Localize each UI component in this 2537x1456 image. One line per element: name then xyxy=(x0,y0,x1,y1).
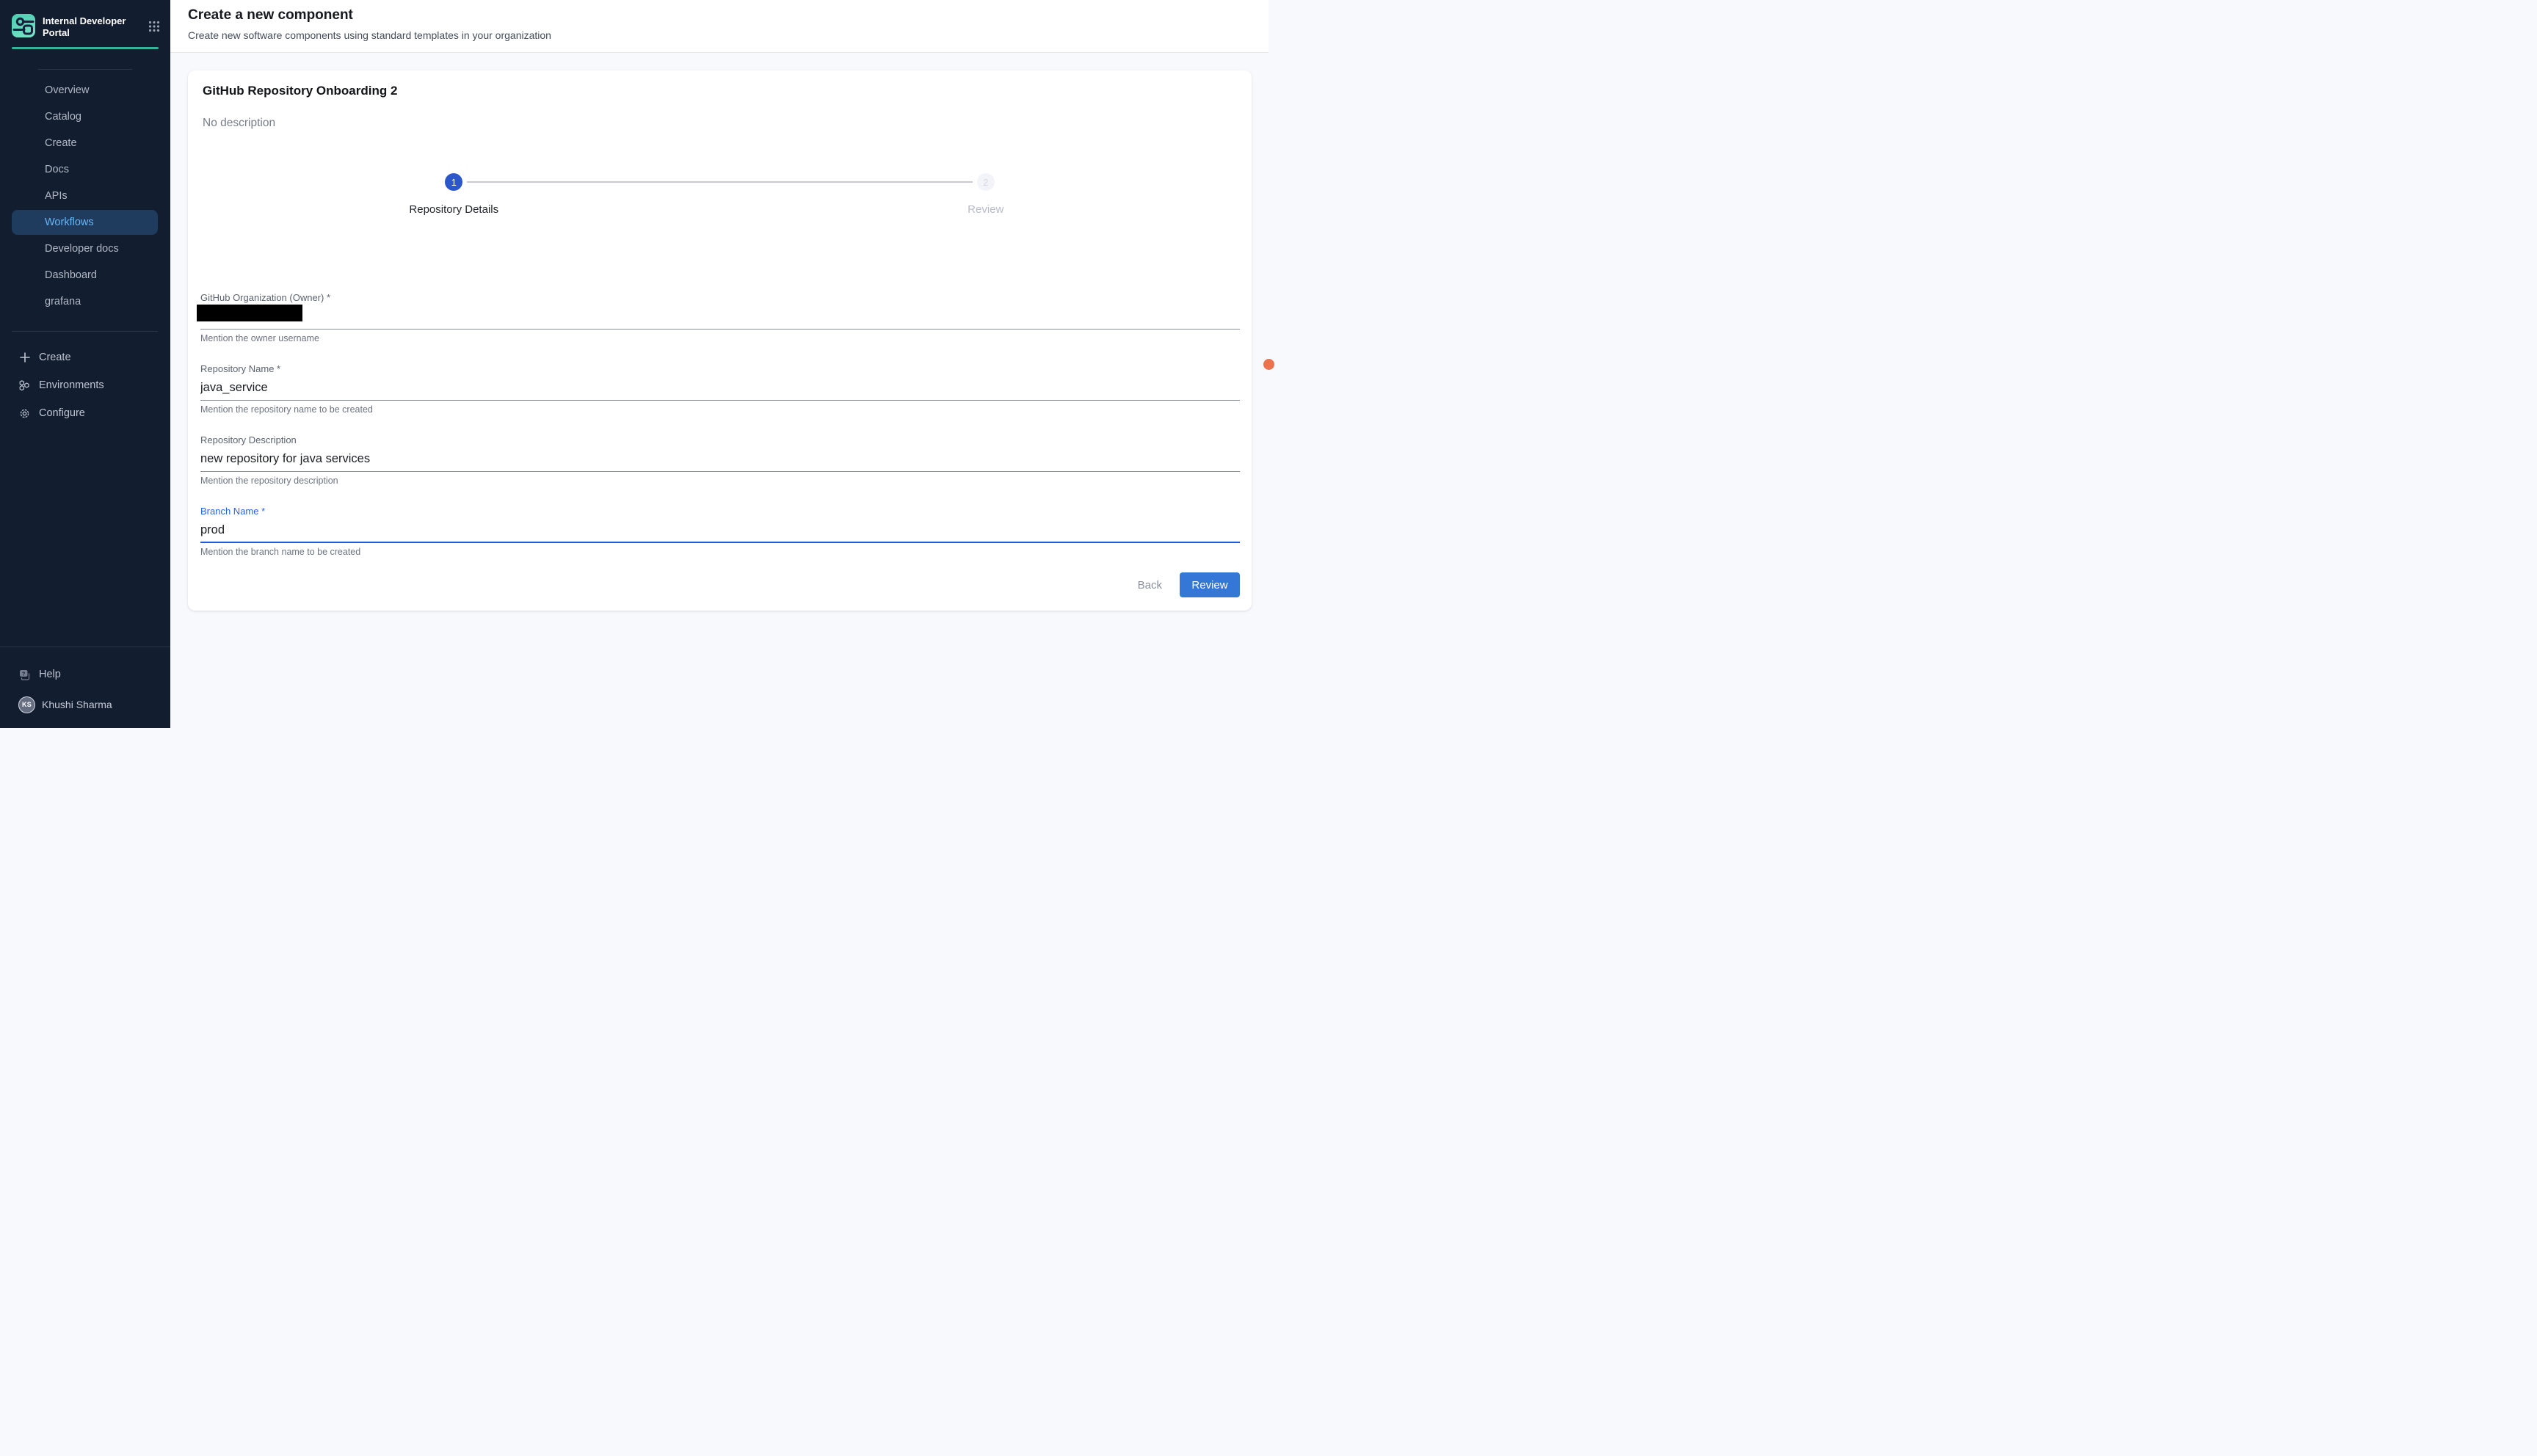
github-organization-input[interactable] xyxy=(200,307,1240,330)
step-review[interactable]: 2 Review xyxy=(720,173,1252,216)
step-repository-details[interactable]: 1 Repository Details xyxy=(188,173,720,216)
repository-description-input[interactable] xyxy=(200,449,1240,472)
template-wizard-card: GitHub Repository Onboarding 2 No descri… xyxy=(188,70,1252,611)
secondary-nav: Create Environments Configure xyxy=(0,343,170,427)
user-name: Khushi Sharma xyxy=(42,699,112,710)
main-area: Create a new component Create new softwa… xyxy=(170,0,1268,728)
repository-name-input[interactable] xyxy=(200,378,1240,401)
branch-name-input[interactable] xyxy=(200,520,1240,543)
brand-accent-rule xyxy=(12,47,159,49)
step-label: Review xyxy=(968,203,1003,216)
sidebar-action-configure[interactable]: Configure xyxy=(0,399,170,427)
action-label: Environments xyxy=(39,379,104,391)
repository-details-form: GitHub Organization (Owner) * Mention th… xyxy=(200,292,1240,557)
page-title: Create a new component xyxy=(188,0,1268,23)
redacted-value-overlay xyxy=(197,305,302,321)
field-label: GitHub Organization (Owner) * xyxy=(200,292,1240,304)
field-repository-description: Repository Description Mention the repos… xyxy=(200,434,1240,486)
template-description: No description xyxy=(203,117,1237,130)
apps-grid-icon[interactable] xyxy=(148,21,160,36)
field-label: Branch Name * xyxy=(200,506,1240,517)
sidebar-item-create[interactable]: Create xyxy=(12,131,158,156)
sidebar: Internal Developer Portal Overview Catal… xyxy=(0,0,170,728)
field-helper: Mention the owner username xyxy=(200,333,1240,343)
field-helper: Mention the branch name to be created xyxy=(200,547,1240,557)
primary-nav: Overview Catalog Create Docs APIs Workfl… xyxy=(0,76,170,316)
step-number-badge: 1 xyxy=(445,173,462,191)
feedback-widget-dot[interactable] xyxy=(1263,359,1274,370)
plus-icon xyxy=(18,352,31,364)
gear-icon xyxy=(18,407,31,420)
hexagons-icon xyxy=(18,379,31,392)
user-menu[interactable]: KS Khushi Sharma xyxy=(0,691,170,718)
nav-divider xyxy=(12,331,158,332)
form-footer: Back Review xyxy=(1130,572,1240,597)
page-header: Create a new component Create new softwa… xyxy=(170,0,1268,53)
sidebar-item-overview[interactable]: Overview xyxy=(12,78,158,103)
field-label: Repository Name * xyxy=(200,363,1240,375)
sidebar-action-environments[interactable]: Environments xyxy=(0,371,170,399)
avatar: KS xyxy=(18,696,35,713)
field-helper: Mention the repository description xyxy=(200,476,1240,486)
nav-divider xyxy=(38,69,132,70)
sidebar-item-apis[interactable]: APIs xyxy=(12,183,158,208)
step-number-badge: 2 xyxy=(977,173,995,191)
step-connector xyxy=(467,181,973,183)
sidebar-item-docs[interactable]: Docs xyxy=(12,157,158,182)
page-subtitle: Create new software components using sta… xyxy=(188,29,1268,41)
field-branch-name: Branch Name * Mention the branch name to… xyxy=(200,506,1240,557)
help-button[interactable]: ? Help xyxy=(0,660,170,688)
review-button[interactable]: Review xyxy=(1180,572,1240,597)
action-label: Configure xyxy=(39,407,85,419)
field-repository-name: Repository Name * Mention the repository… xyxy=(200,363,1240,415)
sidebar-item-dashboard[interactable]: Dashboard xyxy=(12,263,158,288)
brand-header: Internal Developer Portal xyxy=(0,0,170,39)
stepper: 1 Repository Details 2 Review xyxy=(188,173,1252,216)
sidebar-item-developer-docs[interactable]: Developer docs xyxy=(12,236,158,261)
field-label: Repository Description xyxy=(200,434,1240,446)
help-chat-icon: ? xyxy=(18,669,31,681)
portal-title: Internal Developer Portal xyxy=(43,15,129,39)
content-area: GitHub Repository Onboarding 2 No descri… xyxy=(170,53,1268,728)
action-label: Create xyxy=(39,352,71,363)
svg-text:?: ? xyxy=(22,671,25,677)
template-title: GitHub Repository Onboarding 2 xyxy=(203,84,1237,98)
field-helper: Mention the repository name to be create… xyxy=(200,404,1240,415)
portal-logo-icon xyxy=(12,14,35,37)
sidebar-item-grafana[interactable]: grafana xyxy=(12,289,158,314)
sidebar-action-create[interactable]: Create xyxy=(0,343,170,371)
step-label: Repository Details xyxy=(409,203,498,216)
sidebar-item-catalog[interactable]: Catalog xyxy=(12,104,158,129)
field-github-organization: GitHub Organization (Owner) * Mention th… xyxy=(200,292,1240,343)
help-label: Help xyxy=(39,669,61,680)
sidebar-item-workflows[interactable]: Workflows xyxy=(12,210,158,235)
back-button[interactable]: Back xyxy=(1130,573,1169,597)
